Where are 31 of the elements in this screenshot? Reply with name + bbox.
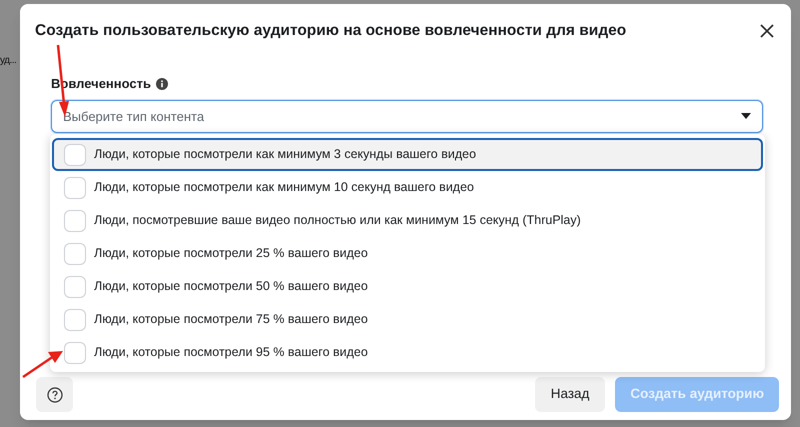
- option-label: Люди, посмотревшие ваше видео полностью или как минимум 15 секунд (ThruPlay): [94, 212, 581, 230]
- option-label: Люди, которые посмотрели 50 % вашего видео: [94, 278, 368, 296]
- checkbox[interactable]: [64, 342, 86, 364]
- option-row[interactable]: Люди, которые посмотрели 50 % вашего видео: [52, 270, 763, 303]
- checkbox[interactable]: [64, 276, 86, 298]
- content-type-dropdown[interactable]: Выберите тип контента: [51, 100, 763, 133]
- option-row[interactable]: Люди, которые посмотрели как минимум 3 секунды вашего видео: [52, 138, 763, 171]
- option-label: Люди, которые посмотрели 25 % вашего видео: [94, 245, 368, 262]
- option-label: Люди, которые посмотрели 75 % вашего видео: [94, 311, 368, 328]
- option-label: Люди, которые посмотрели как минимум 10 секунд вашего видео: [94, 179, 474, 196]
- option-row[interactable]: Люди, которые посмотрели 95 % вашего видео: [52, 336, 763, 369]
- option-row[interactable]: Люди, посмотревшие ваше видео полностью или как минимум 15 секунд (ThruPlay): [52, 204, 763, 237]
- checkbox[interactable]: [64, 210, 86, 232]
- checkbox[interactable]: [64, 144, 86, 166]
- info-icon: [156, 78, 168, 90]
- help-icon: [46, 386, 62, 402]
- option-label: Люди, которые посмотрели 95 % вашего видео: [94, 344, 368, 362]
- caret-icon: [741, 113, 751, 120]
- option-label: Люди, которые посмотрели как минимум 3 секунды вашего видео: [94, 146, 476, 164]
- option-row[interactable]: Люди, которые посмотрели 75 % вашего видео: [52, 303, 763, 336]
- checkbox[interactable]: [64, 242, 86, 264]
- help-button[interactable]: [36, 377, 73, 412]
- checkbox[interactable]: [64, 176, 86, 198]
- backdrop-text: уд...: [0, 54, 16, 68]
- checkbox[interactable]: [64, 308, 86, 330]
- annotation-arrow: [22, 350, 64, 378]
- placeholder: Выберите тип контента: [63, 108, 204, 126]
- option-row[interactable]: Люди, которые посмотрели как минимум 10 секунд вашего видео: [52, 171, 763, 204]
- option-row[interactable]: Люди, которые посмотрели 25 % вашего видео: [52, 237, 763, 270]
- dialog-title: Создать пользовательскую аудиторию на основе вовлеченности для видео: [35, 21, 626, 41]
- back-button[interactable]: Назад: [534, 377, 606, 412]
